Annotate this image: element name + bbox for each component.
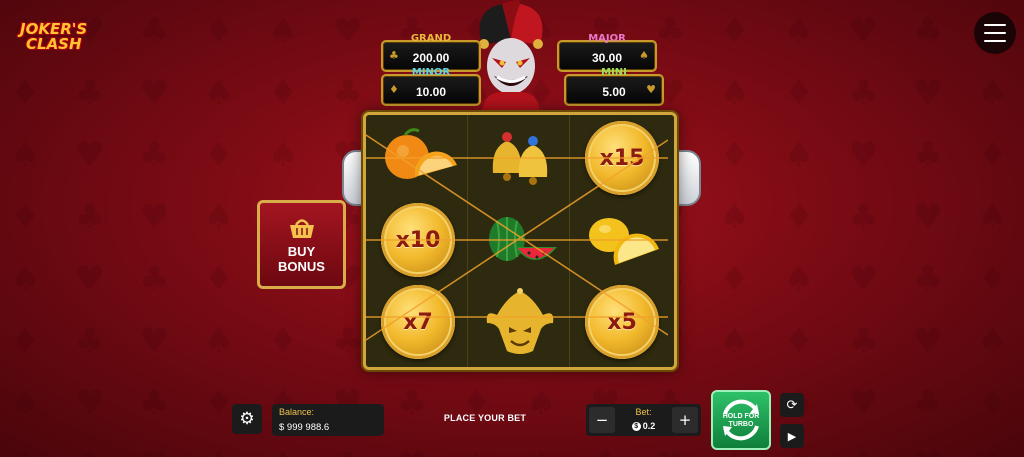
bet-value-wrap: $0.2 [616,421,671,432]
balance-value: $ 999 988.6 [279,422,330,433]
autoplay-icon: ⟳ [786,397,798,413]
bet-label: Bet: [635,407,652,417]
menu-icon [984,24,1006,26]
spin-label: HOLD FOR TURBO [713,413,769,429]
reel-cell [470,199,570,281]
play-icon: ▶ [787,429,797,443]
jackpot-value: 5.00 [602,85,626,99]
jester-mask-icon [486,288,554,354]
coin-icon: $ [631,422,641,432]
balance-display: Balance: $ 999 988.6 [272,404,384,436]
game-logo: JOKER'S CLASH [20,22,96,56]
reel-cell: x5 [572,281,672,363]
reel-cell [368,117,468,199]
reel-grid: x15 x10 x7 x5 [363,112,677,370]
reel-cell [470,281,570,363]
basket-icon [289,218,314,238]
balance-label: Balance: [279,407,315,417]
multiplier-coin: x15 [585,121,659,195]
spin-label-line2: TURBO [728,421,754,428]
bet-increase-button[interactable]: + [672,407,698,433]
bet-value: 0.2 [642,421,656,431]
multiplier-coin: x5 [585,285,659,359]
autoplay-button[interactable]: ⟳ [780,393,804,417]
jackpot-value: 10.00 [415,85,447,99]
jackpot-value: 30.00 [591,51,623,65]
reel-cell [470,117,570,199]
jackpot-label: GRAND [410,33,452,44]
bet-decrease-button[interactable]: − [589,407,615,433]
multiplier-coin: x7 [381,285,455,359]
jackpot-mini: MINI ♥ 5.00 [564,67,664,106]
spin-label-line1: HOLD FOR [722,413,760,420]
buy-bonus-label-line2: BONUS [278,258,325,274]
logo-line-2: CLASH [26,35,82,53]
settings-button[interactable]: ⚙ [232,404,262,434]
settings-icon: ⚙ [239,409,255,429]
jackpot-value: 200.00 [412,51,450,65]
quick-play-button[interactable]: ▶ [780,424,804,448]
lemon-icon [589,218,659,265]
reel-cell: x15 [572,117,672,199]
spin-button[interactable]: HOLD FOR TURBO [711,390,771,450]
jackpot-label: MAJOR [588,33,626,44]
jackpot-minor: MINOR ♦ 10.00 [381,67,481,106]
reel-cell: x7 [368,281,468,363]
jackpot-label: MINOR [411,67,451,78]
multiplier-coin: x10 [381,203,455,277]
reel-cell: x10 [368,199,468,281]
status-message: PLACE YOUR BET [443,413,527,423]
bells-icon [492,132,548,185]
watermelon-icon [489,217,557,261]
buy-bonus-button[interactable]: BUY BONUS [257,200,346,289]
menu-button[interactable] [974,12,1016,54]
jackpot-label: MINI [601,67,627,78]
orange-icon [385,128,457,179]
bet-control: − Bet: $0.2 + [586,404,701,436]
reel-cell [572,199,672,281]
buy-bonus-label-line1: BUY [287,243,316,259]
